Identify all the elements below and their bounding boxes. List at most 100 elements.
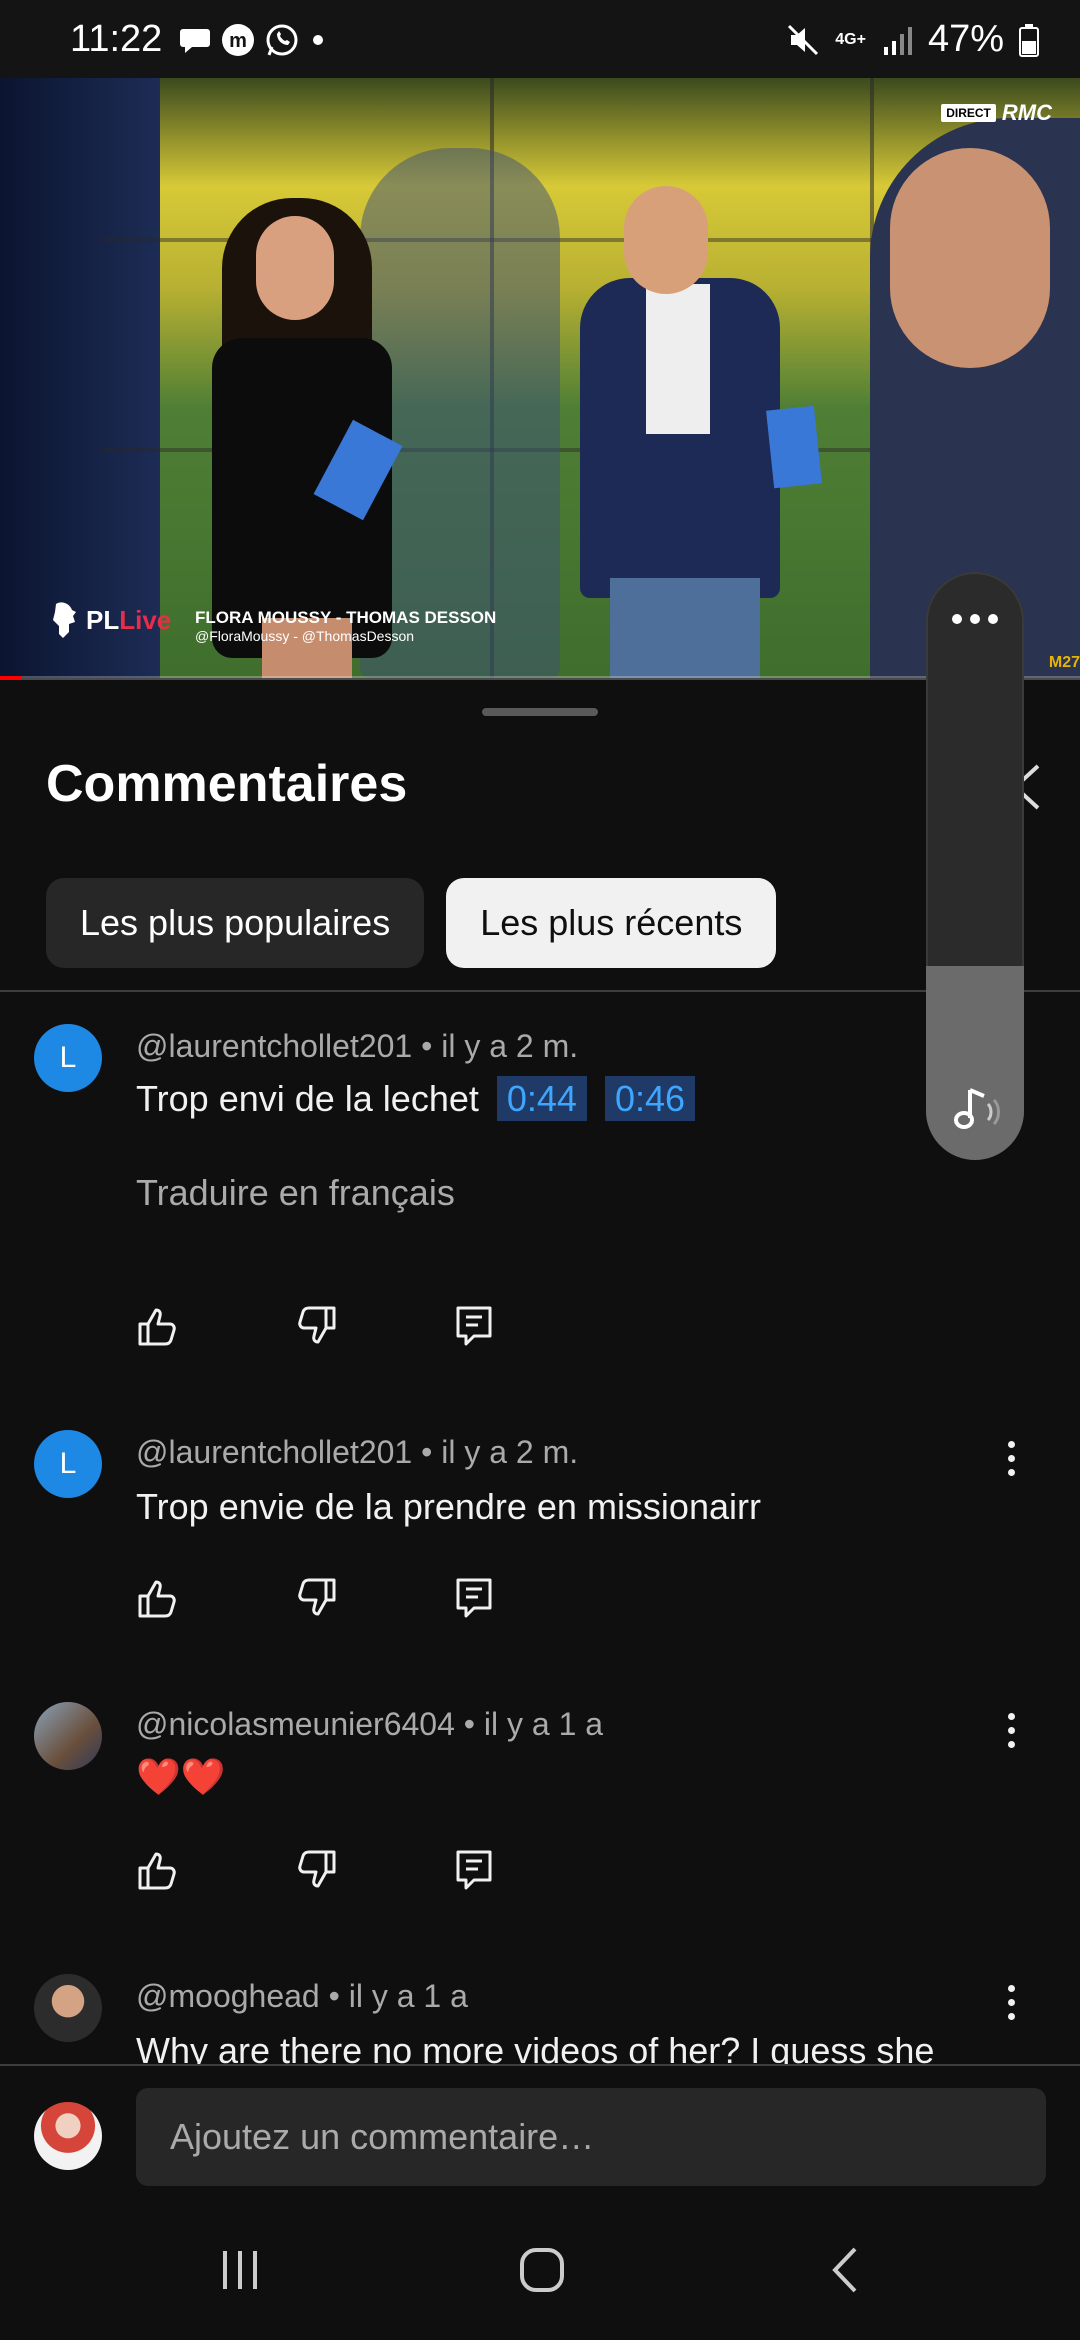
more-options-button[interactable] [996,1974,1026,2030]
comment-author[interactable]: @laurentchollet201 [136,1028,412,1064]
network-type: 4G+ [835,30,866,48]
home-icon [520,2248,564,2292]
dot-icon [313,35,323,45]
lion-icon [53,602,76,638]
reply-icon [456,1578,492,1618]
video-player[interactable]: DIRECT RMC PLLive FLORA MOUSSY - THOMAS … [0,78,1080,678]
back-button[interactable] [806,2238,886,2302]
svg-text:m: m [229,30,247,52]
comment-age: il y a 1 a [348,1978,468,2014]
reply-button[interactable] [452,1842,610,1898]
meta-separator: • [328,1978,340,2014]
video-progress-fill [0,676,22,680]
recent-apps-button[interactable] [200,2238,280,2302]
volume-more-icon[interactable] [926,614,1024,624]
comments-sheet: Commentaires Les plus populaires Les plu… [0,684,1080,2064]
dislike-button[interactable] [294,1842,452,1898]
comment-text: Why are there no more videos of her? I g… [136,2030,935,2064]
logo-live: Live [119,604,172,635]
chat-bubble-icon [180,29,210,53]
comment-text: Trop envie de la prendre en missionairr [136,1486,761,1527]
system-nav-bar [0,2200,1080,2340]
avatar[interactable]: L [34,1430,102,1498]
home-button[interactable] [502,2238,582,2302]
whatsapp-icon [266,24,298,56]
dislike-button[interactable] [294,1298,452,1354]
reply-button[interactable] [452,1570,610,1626]
meta-separator: • [421,1434,433,1470]
filter-chip-popular[interactable]: Les plus populaires [46,878,425,968]
comment-author[interactable]: @nicolasmeunier6404 [136,1706,455,1742]
video-presenter-jeans [610,578,760,678]
thumbs-up-icon [138,1308,176,1346]
video-presenter-head [624,186,708,294]
badge-channel-name: RMC [1001,100,1052,125]
like-button[interactable] [136,1842,294,1898]
timestamp-link[interactable]: 0:46 [604,1076,696,1121]
status-time: 11:22 [70,18,163,60]
video-cue-card [766,405,822,489]
volume-panel[interactable] [926,572,1024,1160]
comment-age: il y a 1 a [483,1706,604,1742]
recent-apps-icon [223,2251,257,2289]
comment-age: il y a 2 m. [441,1028,579,1064]
meta-separator: • [463,1706,475,1742]
like-button[interactable] [136,1570,294,1626]
comment-author[interactable]: @mooghead [136,1978,320,2014]
dislike-button[interactable] [294,1570,452,1626]
lower-third-handles: @FloraMoussy - @ThomasDesson [195,628,415,644]
more-options-button[interactable] [996,1702,1026,1758]
status-bar: 11:22 m 4G+ 47% [0,0,1080,78]
avatar[interactable] [34,1974,102,2042]
logo-pl: PL [86,604,120,635]
sheet-title: Commentaires [46,755,408,813]
avatar[interactable]: L [34,1024,102,1092]
comment-meta: @laurentchollet201 • il y a 2 m. [136,1434,578,1471]
comment-meta: @mooghead • il y a 1 a [136,1978,468,2015]
thumbs-down-icon [298,1578,336,1616]
lower-third: FLORA MOUSSY - THOMAS DESSON @FloraMouss… [195,608,496,644]
like-button[interactable] [136,1298,294,1354]
comment-filter-chips: Les plus populaires Les plus récents [46,878,777,968]
avatar[interactable] [34,1702,102,1770]
divider [0,990,1080,992]
sheet-drag-handle[interactable] [482,708,598,716]
back-icon [832,2247,857,2293]
user-avatar [34,2102,102,2170]
video-progress-bar[interactable] [0,676,1080,680]
meta-separator: • [421,1028,433,1064]
m-app-icon: m [222,24,254,56]
battery-percent: 47% [927,18,1004,60]
comment-meta: @nicolasmeunier6404 • il y a 1 a [136,1706,603,1743]
comment-age: il y a 2 m. [441,1434,579,1470]
comment-actions [136,1842,610,1898]
timestamp-link[interactable]: 0:44 [496,1076,587,1121]
video-studio-wall [0,78,160,678]
video-corner-text: M27 [1048,654,1080,671]
video-presenter-shirt [646,284,710,434]
comment-meta: @laurentchollet201 • il y a 2 m. [136,1028,578,1065]
pl-live-logo: PLLive [48,600,171,640]
comment-actions [136,1298,610,1354]
filter-chip-recent[interactable]: Les plus récents [446,878,777,968]
media-volume-icon[interactable] [946,1080,1006,1140]
video-presenter-face [256,216,334,320]
signal-icon [883,26,912,55]
status-right: 4G+ 47% [785,18,1040,61]
thumbs-down-icon [298,1850,336,1888]
reply-button[interactable] [452,1298,610,1354]
channel-badge: DIRECT RMC [941,100,1052,126]
thumbs-down-icon [298,1306,336,1344]
comment-text: Trop envi de la lechet 0:44 0:46 [136,1076,696,1121]
translate-link[interactable]: Traduire en français [136,1172,455,1214]
comment-text: ❤️❤️ [136,1756,226,1797]
comment-author[interactable]: @laurentchollet201 [136,1434,412,1470]
reply-icon [456,1850,492,1890]
comment-composer: Ajoutez un commentaire… [0,2066,1080,2200]
more-options-button[interactable] [996,1430,1026,1486]
mute-icon [788,24,819,55]
notification-icons: m [178,22,328,58]
video-foreground-face [890,148,1050,368]
comment-input[interactable]: Ajoutez un commentaire… [136,2088,1046,2186]
thumbs-up-icon [138,1852,176,1890]
